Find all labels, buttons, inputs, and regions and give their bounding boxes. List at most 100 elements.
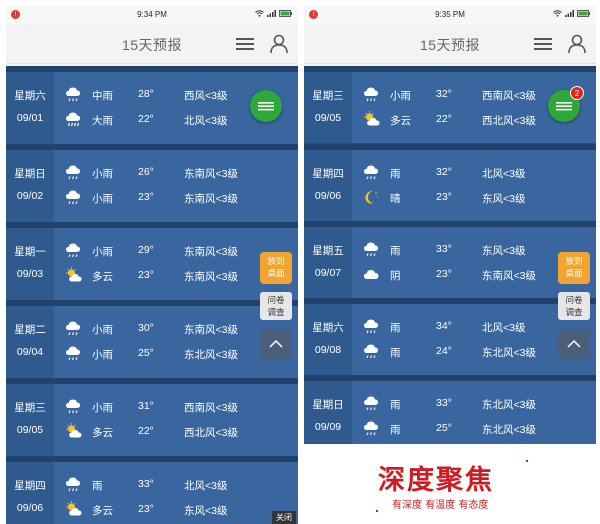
wind-info: 西风<3级 bbox=[184, 90, 228, 102]
user-icon[interactable] bbox=[568, 34, 586, 54]
rain-icon bbox=[362, 419, 382, 437]
forecast-detail: 雨 32° 北风<3级晴 23° 东风<3级 bbox=[352, 150, 596, 221]
day-forecast-row: 小雨 31° 西南风<3级 bbox=[54, 396, 298, 418]
temperature: 23° bbox=[138, 269, 154, 281]
close-button[interactable]: 关闭 bbox=[272, 511, 296, 524]
date-label: 09/02 bbox=[16, 190, 44, 202]
day-row[interactable]: 星期四 09/06 雨 33° 北风<3级 多云 23° 东风<3级 bbox=[6, 456, 298, 524]
day-row[interactable]: 星期日 09/09 雨 33° 东北风<3级雨 25° 东北风<3级 bbox=[304, 375, 596, 444]
temperature: 23° bbox=[138, 191, 154, 203]
forecast-list[interactable]: 星期三 09/05 小雨 32° 西南风<3级 多云 22° 西北风<3级 星期四 09/06 雨 3… bbox=[304, 66, 596, 444]
wind-info: 东风<3级 bbox=[482, 245, 526, 257]
user-icon[interactable] bbox=[270, 34, 288, 54]
chat-button[interactable]: 2 bbox=[548, 86, 584, 122]
app-header: 15天预报 bbox=[304, 24, 596, 64]
cloud-icon bbox=[362, 265, 382, 283]
day-forecast-row: 雨 32° 北风<3级 bbox=[352, 162, 596, 184]
weekday-label: 星期五 bbox=[312, 245, 344, 257]
add-to-desktop-button[interactable]: 放到 桌面 bbox=[558, 252, 590, 284]
temperature: 23° bbox=[436, 268, 452, 280]
day-row[interactable]: 星期六 09/08 雨 34° 北风<3级雨 24° 东北风<3级 bbox=[304, 298, 596, 375]
heavy-rain-icon bbox=[64, 110, 84, 128]
app-header: 15天预报 bbox=[6, 24, 298, 64]
date-column: 星期四 09/06 bbox=[304, 150, 352, 221]
weekday-label: 星期四 bbox=[14, 480, 46, 492]
wind-info: 东北风<3级 bbox=[482, 424, 536, 436]
date-label: 09/07 bbox=[314, 267, 342, 279]
weather-condition: 雨 bbox=[390, 245, 401, 257]
weekday-label: 星期一 bbox=[14, 246, 46, 258]
rain-icon bbox=[64, 85, 84, 103]
day-row[interactable]: 星期一 09/03 小雨 29° 东南风<3级 多云 23° 东南风<3级 bbox=[6, 222, 298, 300]
page-title: 15天预报 bbox=[121, 37, 183, 53]
rain-icon bbox=[362, 163, 382, 181]
weather-condition: 中雨 bbox=[92, 90, 113, 102]
temperature: 25° bbox=[138, 347, 154, 359]
day-row[interactable]: 星期二 09/04 小雨 30° 东南风<3级 小雨 25° 东北风<3级 bbox=[6, 300, 298, 378]
wind-info: 东南风<3级 bbox=[184, 246, 238, 258]
watermark-title: 深度聚焦 bbox=[378, 465, 494, 496]
day-row[interactable]: 星期四 09/06 雨 32° 北风<3级晴 23° 东风<3级 bbox=[304, 144, 596, 221]
weather-condition: 多云 bbox=[92, 271, 113, 283]
temperature: 23° bbox=[138, 503, 154, 515]
rain-icon bbox=[64, 475, 84, 493]
temperature: 29° bbox=[138, 244, 154, 256]
wind-info: 东南风<3级 bbox=[482, 270, 536, 282]
scroll-top-button[interactable] bbox=[260, 329, 292, 359]
weekday-label: 星期日 bbox=[312, 399, 344, 411]
temperature: 22° bbox=[138, 425, 154, 437]
battery-icon bbox=[279, 10, 292, 17]
day-row[interactable]: 星期五 09/07 雨 33° 东风<3级阴 23° 东南风<3级 bbox=[304, 221, 596, 298]
temperature: 26° bbox=[138, 166, 154, 178]
weather-condition: 多云 bbox=[92, 505, 113, 517]
forecast-detail: 雨 33° 东北风<3级雨 25° 东北风<3级 bbox=[352, 381, 596, 444]
wind-info: 西北风<3级 bbox=[482, 115, 536, 127]
chevron-up-icon bbox=[269, 339, 283, 348]
date-label: 09/05 bbox=[16, 424, 44, 436]
weather-condition: 大雨 bbox=[92, 115, 113, 127]
day-row[interactable]: 星期日 09/02 小雨 26° 东南风<3级 小雨 23° 东南风<3级 bbox=[6, 144, 298, 222]
partly-cloudy-icon bbox=[64, 422, 84, 440]
chat-button[interactable] bbox=[250, 90, 282, 122]
watermark-logo: 深度聚焦 有深度 有温度 有态度 bbox=[376, 458, 528, 518]
wind-info: 北风<3级 bbox=[184, 480, 228, 492]
temperature: 23° bbox=[436, 191, 452, 203]
menu-icon[interactable] bbox=[534, 36, 552, 52]
weekday-label: 星期三 bbox=[312, 90, 344, 102]
weather-condition: 晴 bbox=[390, 193, 401, 205]
weather-condition: 雨 bbox=[390, 168, 401, 180]
wifi-icon bbox=[255, 10, 264, 17]
day-forecast-row: 雨 33° 东北风<3级 bbox=[352, 393, 596, 415]
wind-info: 东风<3级 bbox=[482, 193, 526, 205]
forecast-list[interactable]: 星期六 09/01 中雨 28° 西风<3级 大雨 22° 北风<3级 星期日 09/02 小雨 26… bbox=[6, 66, 298, 524]
temperature: 30° bbox=[138, 322, 154, 334]
add-to-desktop-button[interactable]: 放到 桌面 bbox=[260, 252, 292, 284]
wind-info: 西南风<3级 bbox=[482, 90, 536, 102]
survey-button[interactable]: 问卷 调查 bbox=[260, 292, 292, 320]
temperature: 24° bbox=[436, 345, 452, 357]
date-label: 09/01 bbox=[16, 112, 44, 124]
night-forecast-row: 晴 23° 东风<3级 bbox=[352, 187, 596, 209]
weather-condition: 雨 bbox=[390, 399, 401, 411]
chevron-up-icon bbox=[567, 339, 581, 348]
scroll-top-button[interactable] bbox=[558, 329, 590, 359]
chat-lines-icon bbox=[258, 102, 274, 111]
rain-icon bbox=[64, 344, 84, 362]
menu-icon[interactable] bbox=[236, 36, 254, 52]
weather-condition: 雨 bbox=[390, 322, 401, 334]
wind-info: 东南风<3级 bbox=[184, 193, 238, 205]
day-row[interactable]: 星期三 09/05 小雨 31° 西南风<3级 多云 22° 西北风<3级 bbox=[6, 378, 298, 456]
rain-icon bbox=[362, 342, 382, 360]
rain-icon bbox=[64, 319, 84, 337]
wind-info: 东南风<3级 bbox=[184, 324, 238, 336]
date-column: 星期一 09/03 bbox=[6, 228, 54, 300]
date-label: 09/08 bbox=[314, 344, 342, 356]
date-column: 星期六 09/01 bbox=[6, 72, 54, 144]
date-label: 09/06 bbox=[314, 190, 342, 202]
weekday-label: 星期六 bbox=[312, 322, 344, 334]
survey-button[interactable]: 问卷 调查 bbox=[558, 292, 590, 320]
weekday-label: 星期六 bbox=[14, 90, 46, 102]
rain-icon bbox=[64, 241, 84, 259]
temperature: 28° bbox=[138, 88, 154, 100]
signal-icon bbox=[267, 10, 276, 17]
